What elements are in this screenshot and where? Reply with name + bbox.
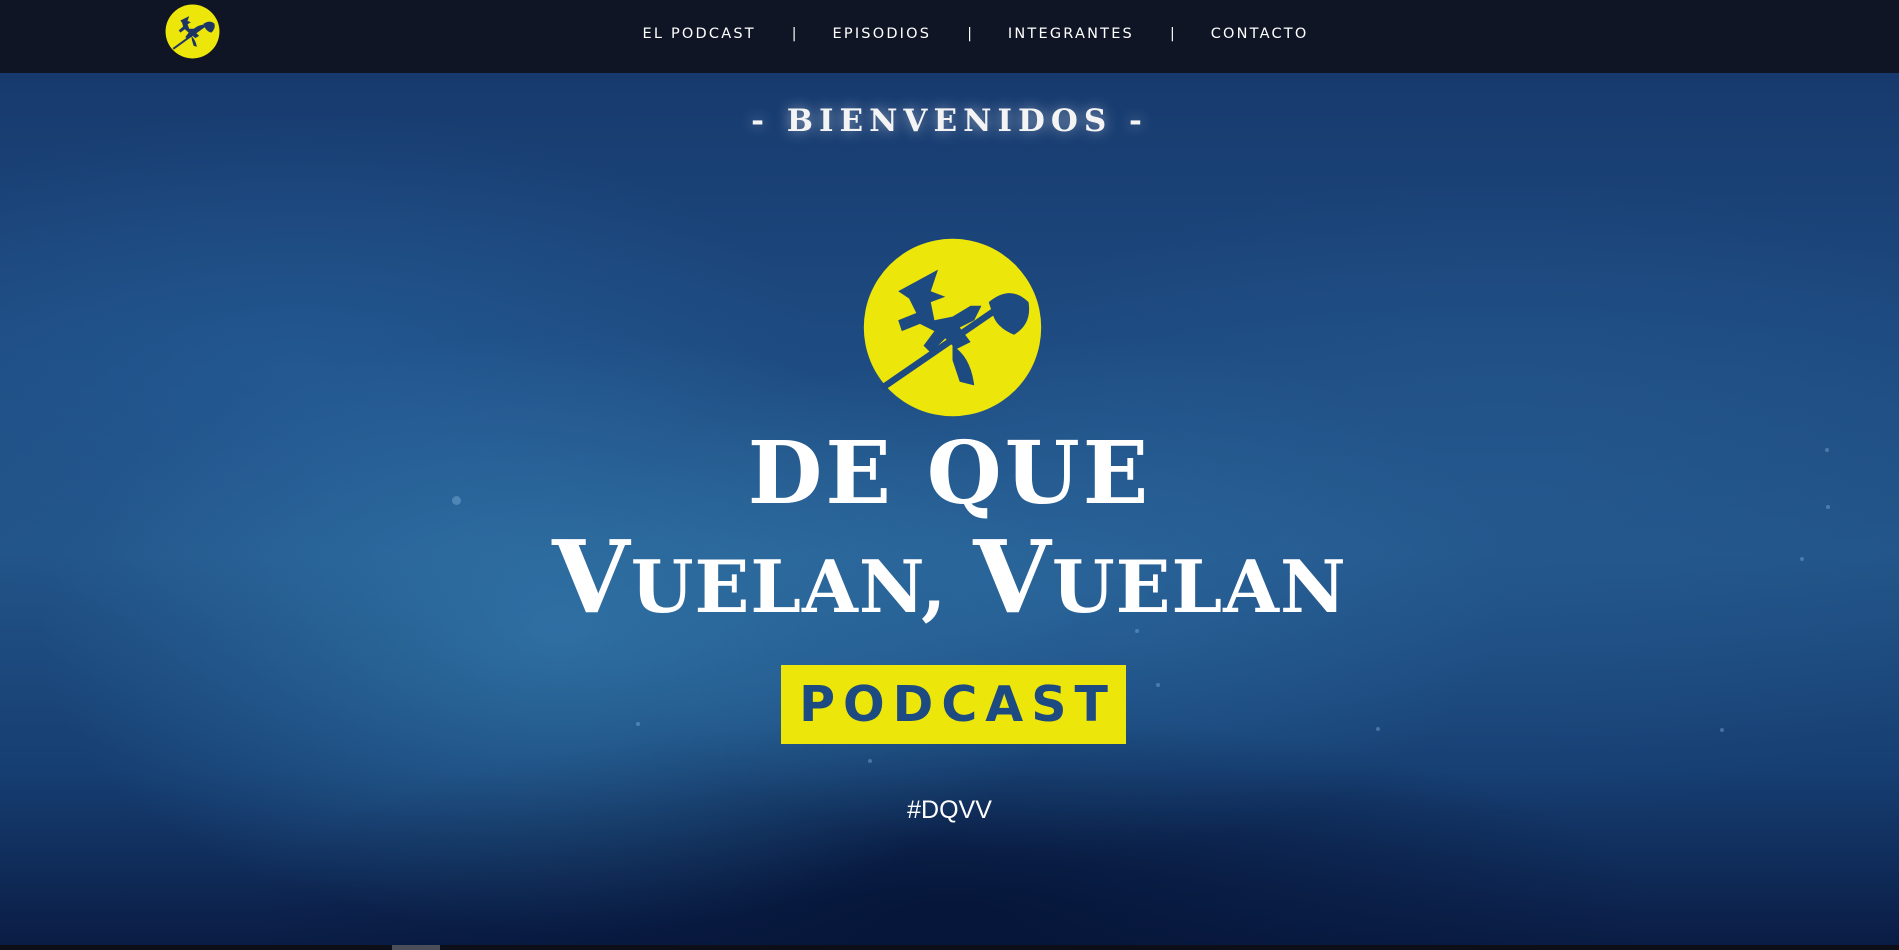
hero-section: - BIENVENIDOS - DE QUE VUELAN, VUELAN PO… [0,73,1899,947]
horizontal-scrollbar-track[interactable] [0,945,1899,950]
background-particle [1376,727,1380,731]
background-particle [1156,683,1160,687]
background-particle [636,722,640,726]
nav-item-episodios[interactable]: EPISODIOS [833,26,932,42]
podcast-title-line-2: VUELAN, VUELAN [0,527,1899,627]
title-word-fragment: UELAN, [630,544,974,629]
welcome-heading: - BIENVENIDOS - [751,103,1148,139]
nav-separator: | [967,26,972,42]
top-navbar: EL PODCAST | EPISODIOS | INTEGRANTES | C… [0,0,1899,73]
main-nav-menu: EL PODCAST | EPISODIOS | INTEGRANTES | C… [0,0,1899,68]
podcast-title-line-1: DE QUE [747,423,1152,524]
background-particle [1135,629,1139,633]
title-word-fragment: UELAN [1051,544,1347,629]
hashtag-text: #DQVV [907,796,992,824]
witch-moon-logo-icon [863,238,1042,417]
nav-separator: | [1169,26,1175,42]
nav-item-el-podcast[interactable]: EL PODCAST [643,26,756,42]
background-particle [1720,728,1724,732]
background-particle [868,759,872,763]
podcast-badge-label: PODCAST [799,676,1116,733]
title-initial-letter: V [973,518,1052,636]
nav-item-integrantes[interactable]: INTEGRANTES [1008,26,1134,42]
nav-separator: | [791,26,797,42]
title-initial-letter: V [552,518,631,636]
horizontal-scrollbar-thumb[interactable] [392,945,440,950]
nav-item-contacto[interactable]: CONTACTO [1211,26,1309,42]
podcast-badge: PODCAST [781,665,1126,744]
hero-logo [862,237,1043,418]
